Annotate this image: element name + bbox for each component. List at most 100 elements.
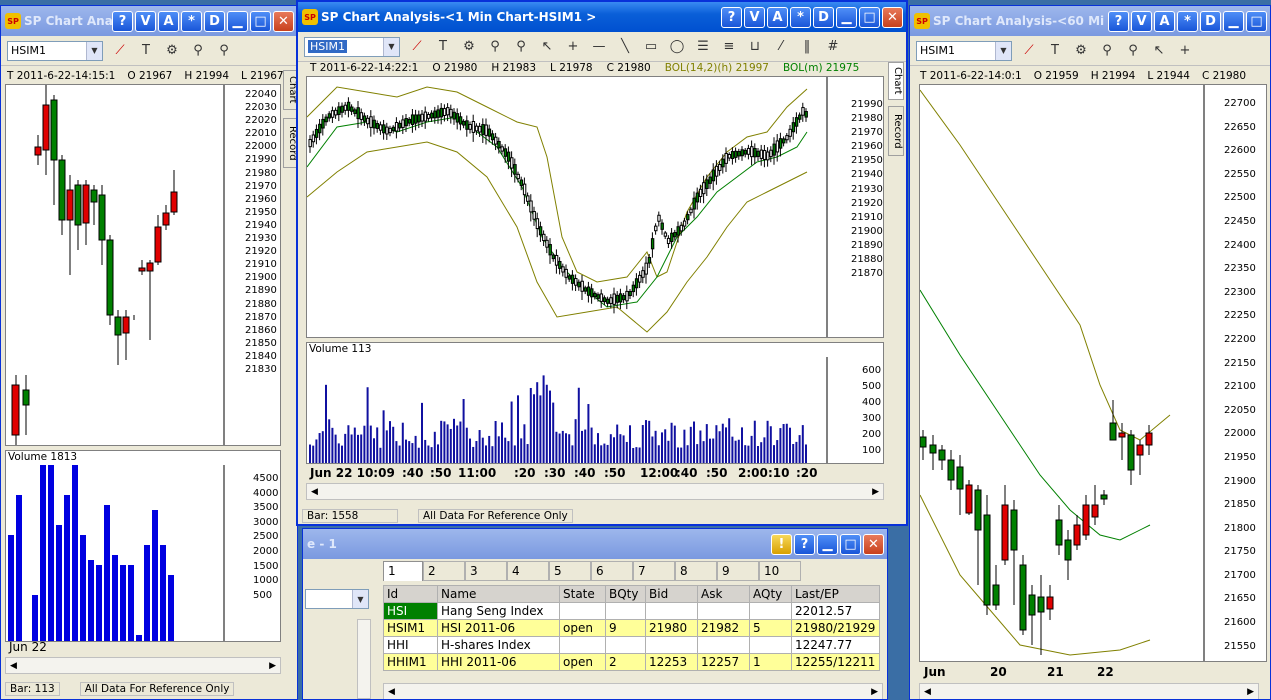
indicator-icon[interactable]: ⚙ [163, 42, 181, 60]
quote-hscroll[interactable]: ◀ ▶ [383, 683, 883, 699]
table-row[interactable]: HHIM1 HHI 2011-06 open 2 12253 12257 1 1… [383, 653, 880, 671]
close-button[interactable]: ✕ [863, 533, 884, 555]
left-price-plot[interactable] [5, 84, 281, 446]
center-title-bar[interactable]: SP SP Chart Analysis-<1 Min Chart-HSIM1 … [298, 2, 906, 32]
help-button[interactable]: ? [721, 6, 742, 28]
a-button[interactable]: A [158, 10, 179, 32]
center-hscroll[interactable]: ◀ ▶ [306, 483, 884, 500]
star-button[interactable]: * [181, 10, 202, 32]
arrow-right-icon[interactable]: ▶ [269, 661, 276, 671]
grid-icon[interactable]: # [824, 38, 842, 56]
ray-icon[interactable]: ⁄ [772, 38, 790, 56]
quote-filter-select[interactable]: ▼ [305, 589, 369, 609]
quote-tab-10[interactable]: 10 [759, 561, 801, 581]
center-tab-record[interactable]: Record [888, 106, 904, 156]
minimize-button[interactable]: ▁ [1223, 10, 1244, 32]
channel-icon[interactable]: ≡ [720, 38, 738, 56]
close-button[interactable]: ✕ [882, 6, 903, 28]
zoom-in-icon[interactable]: ⚲ [486, 38, 504, 56]
ellipse-icon[interactable]: ◯ [668, 38, 686, 56]
left-title-bar[interactable]: SP SP Chart Analysis ? V A * D ▁ □ ✕ [1, 6, 297, 36]
quote-tab-3[interactable]: 3 [465, 561, 507, 581]
arrow-right-icon[interactable]: ▶ [871, 687, 878, 697]
v-button[interactable]: V [744, 6, 765, 28]
center-volume-pane[interactable]: Volume 113 [306, 342, 884, 464]
crosshair-icon[interactable]: + [1176, 42, 1194, 60]
right-symbol-select[interactable]: HSIM1 ▼ [916, 40, 1012, 61]
maximize-button[interactable]: □ [250, 10, 271, 32]
info-button[interactable]: ! [771, 533, 792, 555]
arrow-left-icon[interactable]: ◀ [311, 487, 318, 497]
line-tool-icon[interactable]: ⟋ [408, 38, 426, 56]
line-tool-icon[interactable]: ⟋ [111, 42, 129, 60]
left-hscroll[interactable]: ◀ ▶ [5, 657, 281, 674]
table-row[interactable]: HHI H-shares Index 12247.77 [383, 636, 880, 654]
left-volume-pane[interactable]: Volume 1813 [5, 450, 281, 642]
help-button[interactable]: ? [794, 533, 815, 555]
arrow-right-icon[interactable]: ▶ [1247, 687, 1254, 697]
v-button[interactable]: V [135, 10, 156, 32]
minimize-button[interactable]: ▁ [817, 533, 838, 555]
table-row[interactable]: HSIM1 HSI 2011-06 open 9 21980 21982 5 2… [383, 619, 880, 637]
indicator-icon[interactable]: ⚙ [1072, 42, 1090, 60]
maximize-button[interactable]: □ [859, 6, 880, 28]
arrow-right-icon[interactable]: ▶ [872, 487, 879, 497]
fib-icon[interactable]: ☰ [694, 38, 712, 56]
cycle-icon[interactable]: ‖ [798, 38, 816, 56]
d-button[interactable]: D [1200, 10, 1221, 32]
quote-title-bar[interactable]: e - 1 ! ? ▁ □ ✕ [303, 529, 887, 559]
quote-tab-2[interactable]: 2 [423, 561, 465, 581]
quote-left-vscroll[interactable] [357, 619, 371, 699]
hline-icon[interactable]: — [590, 38, 608, 56]
d-button[interactable]: D [204, 10, 225, 32]
v-button[interactable]: V [1131, 10, 1152, 32]
right-title-bar[interactable]: SP SP Chart Analysis-<60 Mi ? V A * D ▁ … [910, 6, 1270, 36]
quote-tab-1[interactable]: 1 [383, 561, 423, 581]
crosshair-icon[interactable]: + [564, 38, 582, 56]
left-symbol-select[interactable]: HSIM1 ▼ [7, 40, 103, 61]
star-button[interactable]: * [1177, 10, 1198, 32]
pointer-icon[interactable]: ↖ [538, 38, 556, 56]
line-tool-icon[interactable]: ⟋ [1020, 42, 1038, 60]
zoom-in-icon[interactable]: ⚲ [189, 42, 207, 60]
maximize-button[interactable]: □ [840, 533, 861, 555]
zoom-out-icon[interactable]: ⚲ [215, 42, 233, 60]
col-bid[interactable]: Bid [645, 585, 698, 603]
arrow-left-icon[interactable]: ◀ [924, 687, 931, 697]
pointer-icon[interactable]: ↖ [1150, 42, 1168, 60]
trendline-icon[interactable]: ╲ [616, 38, 634, 56]
rectangle-icon[interactable]: ▭ [642, 38, 660, 56]
minimize-button[interactable]: ▁ [227, 10, 248, 32]
minimize-button[interactable]: ▁ [836, 6, 857, 28]
close-button[interactable]: ✕ [273, 10, 294, 32]
quote-tab-8[interactable]: 8 [675, 561, 717, 581]
quote-tab-7[interactable]: 7 [633, 561, 675, 581]
col-id[interactable]: Id [383, 585, 438, 603]
quote-tab-6[interactable]: 6 [591, 561, 633, 581]
maximize-button[interactable]: □ [1246, 10, 1267, 32]
star-button[interactable]: * [790, 6, 811, 28]
zoom-in-icon[interactable]: ⚲ [1098, 42, 1116, 60]
arrow-left-icon[interactable]: ◀ [10, 661, 17, 671]
help-button[interactable]: ? [1108, 10, 1129, 32]
text-tool-icon[interactable]: T [137, 42, 155, 60]
zoom-out-icon[interactable]: ⚲ [1124, 42, 1142, 60]
table-row[interactable]: HSI Hang Seng Index 22012.57 [383, 602, 880, 620]
text-tool-icon[interactable]: T [434, 38, 452, 56]
col-bqty[interactable]: BQty [605, 585, 646, 603]
gann-icon[interactable]: ⊔ [746, 38, 764, 56]
right-price-plot[interactable] [919, 84, 1267, 662]
help-button[interactable]: ? [112, 10, 133, 32]
right-hscroll[interactable]: ◀ ▶ [919, 683, 1259, 699]
a-button[interactable]: A [767, 6, 788, 28]
col-last[interactable]: Last/EP [791, 585, 880, 603]
arrow-left-icon[interactable]: ◀ [388, 687, 395, 697]
text-tool-icon[interactable]: T [1046, 42, 1064, 60]
quote-tab-9[interactable]: 9 [717, 561, 759, 581]
quote-tab-5[interactable]: 5 [549, 561, 591, 581]
col-state[interactable]: State [559, 585, 606, 603]
col-aqty[interactable]: AQty [749, 585, 792, 603]
center-symbol-select[interactable]: HSIM1 ▼ [304, 36, 400, 57]
center-tab-chart[interactable]: Chart [888, 62, 904, 100]
indicator-icon[interactable]: ⚙ [460, 38, 478, 56]
